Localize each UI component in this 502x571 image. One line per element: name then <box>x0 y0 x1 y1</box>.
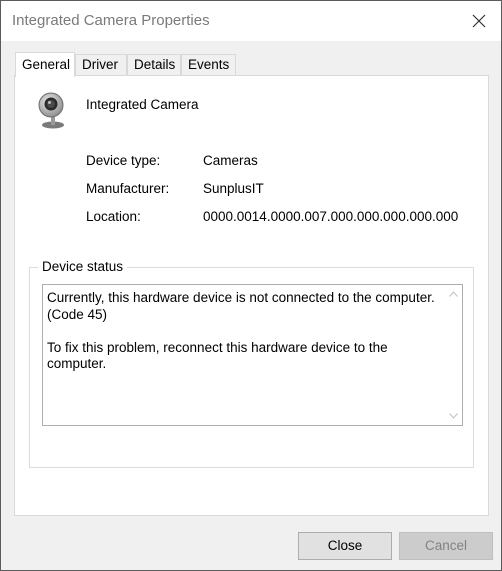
location-label: Location: <box>86 209 141 224</box>
status-scrollbar[interactable] <box>445 285 462 425</box>
device-status-legend: Device status <box>38 259 128 274</box>
tab-events[interactable]: Events <box>181 54 236 75</box>
close-button[interactable]: Close <box>298 532 392 560</box>
device-status-text: Currently, this hardware device is not c… <box>47 290 435 371</box>
general-tab-panel: Integrated Camera Device type: Cameras M… <box>14 75 489 516</box>
device-status-textbox[interactable]: Currently, this hardware device is not c… <box>42 284 463 426</box>
tab-general[interactable]: General <box>15 52 75 77</box>
cancel-button[interactable]: Cancel <box>399 532 493 560</box>
title-bar[interactable]: Integrated Camera Properties <box>1 1 501 41</box>
location-value: 0000.0014.0000.007.000.000.000.000.000 <box>203 209 459 224</box>
manufacturer-value: SunplusIT <box>203 181 264 196</box>
device-name: Integrated Camera <box>86 97 199 112</box>
window-title: Integrated Camera Properties <box>12 12 210 29</box>
webcam-icon <box>38 92 64 129</box>
device-type-value: Cameras <box>203 153 258 168</box>
tab-details[interactable]: Details <box>127 54 181 75</box>
device-type-label: Device type: <box>86 153 161 168</box>
scroll-down-arrow-icon[interactable] <box>445 408 462 425</box>
close-icon[interactable] <box>467 9 491 33</box>
tab-driver[interactable]: Driver <box>75 54 127 75</box>
device-status-group: Device status Currently, this hardware d… <box>29 259 474 468</box>
manufacturer-label: Manufacturer: <box>86 181 170 196</box>
properties-dialog: Integrated Camera Properties General Dri… <box>0 0 502 571</box>
scroll-up-arrow-icon[interactable] <box>445 285 462 302</box>
